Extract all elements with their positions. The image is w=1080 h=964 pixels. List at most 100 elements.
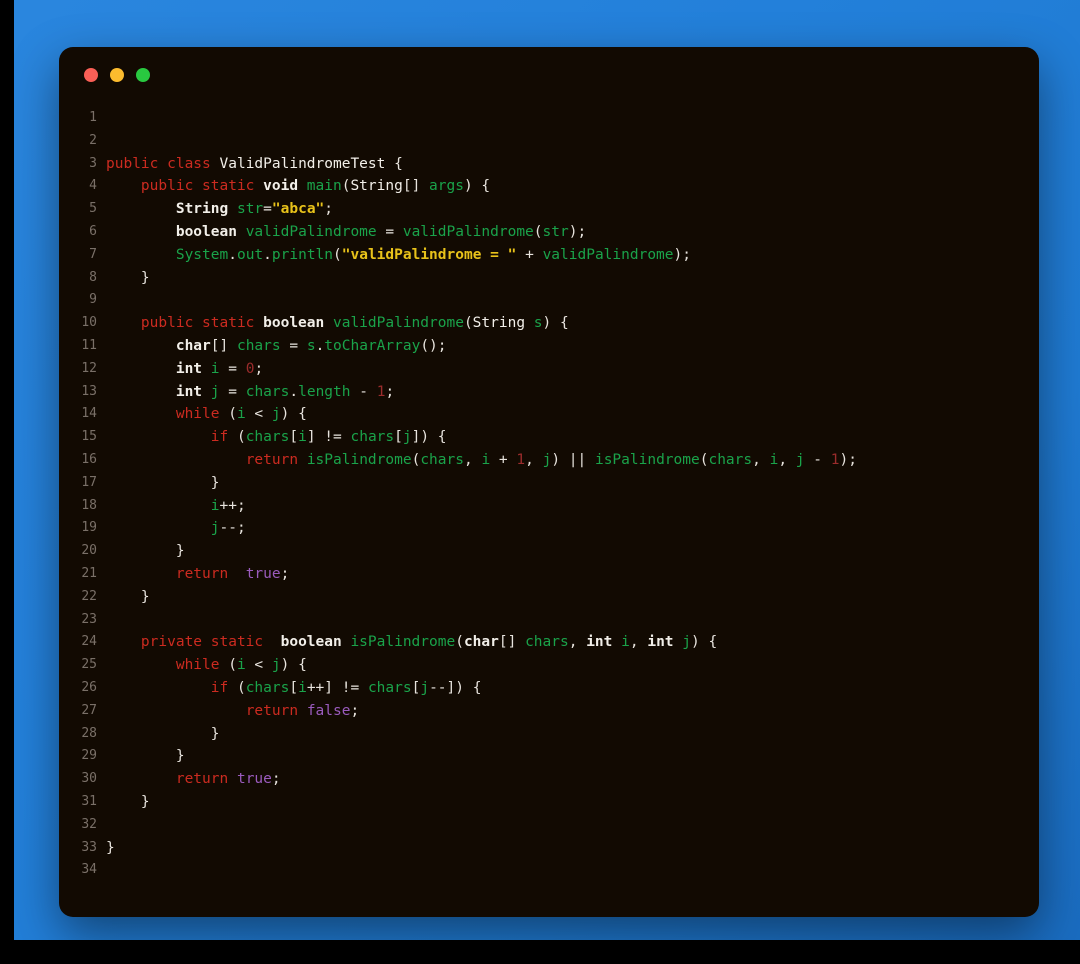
code-line[interactable]: 26 if (chars[i++] != chars[j--]) { <box>59 677 1039 700</box>
code-line[interactable]: 19 j--; <box>59 517 1039 540</box>
line-number: 27 <box>81 702 97 718</box>
code-token-pun: ]) { <box>411 429 447 446</box>
code-token-var: println <box>271 246 334 263</box>
code-token-pun <box>106 224 176 240</box>
line-number: 10 <box>81 315 97 331</box>
code-line[interactable]: 29 } <box>59 745 1039 768</box>
code-token-var: i <box>298 679 307 696</box>
code-line[interactable]: 28 } <box>59 723 1039 746</box>
close-icon[interactable] <box>84 68 98 82</box>
code-line[interactable]: 18 i++; <box>59 495 1039 518</box>
code-line[interactable]: 7 System.out.println("validPalindrome = … <box>59 244 1039 267</box>
code-line[interactable]: 11 char[] chars = s.toCharArray(); <box>59 335 1039 358</box>
code-token-pun <box>106 680 211 696</box>
code-token-pun <box>228 566 245 582</box>
code-token-var: validPalindrome <box>542 246 674 263</box>
code-line[interactable]: 13 int j = chars.length - 1; <box>59 381 1039 404</box>
line-number: 7 <box>89 246 97 262</box>
code-token-pun <box>324 315 333 331</box>
code-line[interactable]: 9 <box>59 289 1039 312</box>
code-token-pun: = <box>219 383 246 400</box>
code-line-source: } <box>106 745 185 768</box>
code-line[interactable]: 8 } <box>59 267 1039 290</box>
line-number: 30 <box>81 771 97 787</box>
code-token-pun: ( <box>228 429 246 446</box>
code-line[interactable]: 17 } <box>59 472 1039 495</box>
code-line[interactable]: 32 <box>59 814 1039 837</box>
window-title-bar[interactable] <box>59 47 1039 103</box>
code-snippet-window: 1 2 3 public class ValidPalindromeTest {4 p… <box>59 47 1039 917</box>
code-line[interactable]: 10 public static boolean validPalindrome… <box>59 312 1039 335</box>
code-token-pun: [] <box>402 178 430 195</box>
code-line-source: } <box>106 540 185 563</box>
code-line[interactable]: 2 <box>59 130 1039 153</box>
code-token-pun: < <box>245 406 272 423</box>
code-token-pun: (); <box>420 337 447 354</box>
code-line-source: return false; <box>106 700 360 723</box>
code-token-pun: ( <box>463 315 473 332</box>
code-token-var: i <box>298 429 307 446</box>
minimize-icon[interactable] <box>110 68 124 82</box>
code-token-cls: ValidPalindromeTest <box>219 155 386 172</box>
code-token-pun: ); <box>839 451 857 468</box>
code-line[interactable]: 12 int i = 0; <box>59 358 1039 381</box>
code-token-pun <box>106 452 246 468</box>
code-token-var: System <box>175 246 229 263</box>
code-token-pun: < <box>245 657 272 674</box>
code-line[interactable]: 1 <box>59 107 1039 130</box>
code-line[interactable]: 23 <box>59 609 1039 632</box>
code-token-pun: --]) { <box>429 679 482 696</box>
line-number: 19 <box>81 520 97 536</box>
code-token-var: i <box>481 451 491 468</box>
code-line[interactable]: 24 private static boolean isPalindrome(c… <box>59 631 1039 654</box>
code-token-var: j <box>210 383 220 400</box>
code-line[interactable]: 15 if (chars[i] != chars[j]) { <box>59 426 1039 449</box>
code-line-source: } <box>106 267 150 290</box>
code-token-pun <box>228 201 237 217</box>
code-token-kw: while <box>175 406 220 423</box>
code-line[interactable]: 21 return true; <box>59 563 1039 586</box>
code-line[interactable]: 14 while (i < j) { <box>59 403 1039 426</box>
code-token-pun <box>106 566 176 582</box>
code-line[interactable]: 25 while (i < j) { <box>59 654 1039 677</box>
code-token-pun: [ <box>394 429 403 446</box>
code-token-var: validPalindrome <box>402 223 534 240</box>
code-line[interactable]: 27 return false; <box>59 700 1039 723</box>
code-line-source: } <box>106 472 220 495</box>
code-token-pun <box>106 338 176 354</box>
line-number: 26 <box>81 679 97 695</box>
code-token-pun: } <box>106 725 220 742</box>
code-token-kw: if <box>210 679 229 696</box>
code-line[interactable]: 3 public class ValidPalindromeTest { <box>59 153 1039 176</box>
code-line[interactable]: 20 } <box>59 540 1039 563</box>
code-line[interactable]: 30 return true; <box>59 768 1039 791</box>
code-token-pun: , <box>752 451 770 468</box>
code-token-lit: true <box>245 565 281 582</box>
code-line[interactable]: 5 String str="abca"; <box>59 198 1039 221</box>
code-token-kw: static <box>202 178 264 195</box>
code-editor-area[interactable]: 1 2 3 public class ValidPalindromeTest {4 p… <box>59 103 1039 882</box>
code-token-pun: ; <box>324 201 334 218</box>
code-token-pun: = <box>219 360 246 377</box>
code-line[interactable]: 22 } <box>59 586 1039 609</box>
code-token-typ: char <box>175 337 211 354</box>
code-token-lit: true <box>236 771 272 788</box>
code-token-pun: ) || <box>551 451 595 468</box>
code-token-var: validPalindrome <box>332 315 464 332</box>
code-line[interactable]: 33} <box>59 837 1039 860</box>
code-token-var: chars <box>245 679 290 696</box>
code-token-pun <box>237 224 246 240</box>
code-line[interactable]: 16 return isPalindrome(chars, i + 1, j) … <box>59 449 1039 472</box>
code-token-pun: - <box>350 383 377 400</box>
maximize-icon[interactable] <box>136 68 150 82</box>
code-line[interactable]: 6 boolean validPalindrome = validPalindr… <box>59 221 1039 244</box>
code-line[interactable]: 34 <box>59 859 1039 882</box>
code-line-source: return isPalindrome(chars, i + 1, j) || … <box>106 449 857 472</box>
code-token-var: i <box>210 360 220 377</box>
code-token-pun: = <box>280 337 307 354</box>
code-token-pun: ( <box>228 679 246 696</box>
code-token-var: args <box>429 178 464 195</box>
code-line[interactable]: 4 public static void main(String[] args)… <box>59 175 1039 198</box>
code-line[interactable]: 31 } <box>59 791 1039 814</box>
code-token-typ: boolean <box>263 315 325 332</box>
